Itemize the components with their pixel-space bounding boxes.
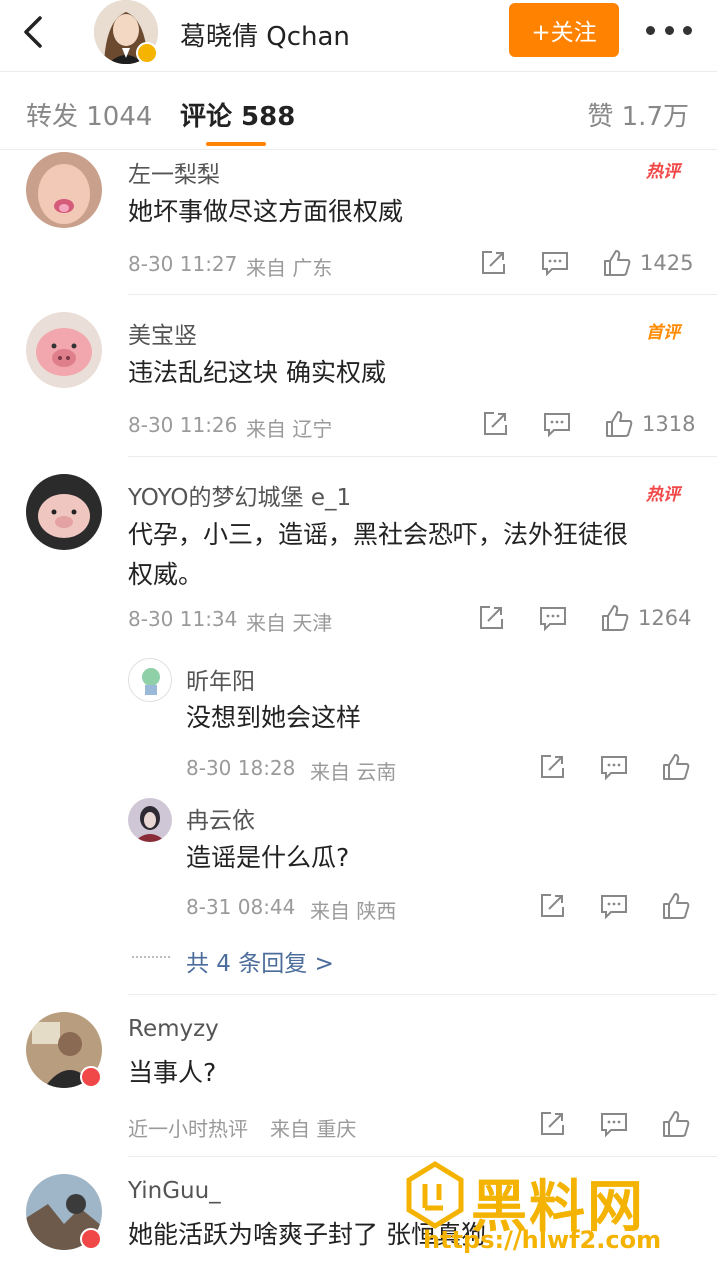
like-icon[interactable] xyxy=(661,1109,691,1139)
reply-text: 造谣是什么瓜? xyxy=(186,843,350,872)
comment-text: 违法乱纪这块 确实权威 xyxy=(128,358,386,387)
comment-text-line: 权威。 xyxy=(128,560,204,589)
more-options-button[interactable] xyxy=(646,18,692,42)
tab-bar: 转发 1044 评论 588 赞 1.7万 xyxy=(0,72,717,150)
hot-comment-badge: 热评 xyxy=(646,162,680,182)
reply-time: 8-30 18:28 xyxy=(186,756,296,780)
comment-text-line: 代孕，小三，造谣，黑社会恐吓，法外狂徒很 xyxy=(128,520,629,549)
share-icon[interactable] xyxy=(537,891,567,921)
reply-icon[interactable] xyxy=(599,752,629,782)
comment-time: 近一小时热评 xyxy=(128,1117,248,1141)
avatar[interactable] xyxy=(26,474,102,550)
reply-location: 来自 云南 xyxy=(310,760,397,784)
comment-author[interactable]: YinGuu_ xyxy=(128,1178,221,1204)
divider xyxy=(128,1156,717,1157)
reply-avatar[interactable] xyxy=(128,658,172,702)
comment-location: 来自 重庆 xyxy=(270,1117,357,1141)
more-replies-dots xyxy=(132,956,170,958)
profile-name[interactable]: 葛晓倩 Qchan xyxy=(180,16,350,53)
reply-time: 8-31 08:44 xyxy=(186,895,296,919)
like-count: 1264 xyxy=(638,606,692,630)
comment-text: 她坏事做尽这方面很权威 xyxy=(128,197,404,226)
like-icon[interactable] xyxy=(600,603,630,633)
verified-badge-icon xyxy=(136,42,158,64)
reply-location: 来自 陕西 xyxy=(310,899,397,923)
share-icon[interactable] xyxy=(537,752,567,782)
more-dot-icon xyxy=(683,25,692,35)
divider xyxy=(128,456,717,457)
hot-comment-badge: 热评 xyxy=(646,485,680,505)
comment-location: 来自 辽宁 xyxy=(246,417,333,441)
chevron-left-icon xyxy=(24,16,42,48)
reply-icon[interactable] xyxy=(540,248,570,278)
more-dot-icon xyxy=(646,25,655,35)
tab-likes[interactable]: 赞 1.7万 xyxy=(587,96,689,133)
share-icon[interactable] xyxy=(478,248,508,278)
comment-author[interactable]: 美宝竖 xyxy=(128,316,197,350)
reply-icon[interactable] xyxy=(599,1109,629,1139)
comment-text: 当事人? xyxy=(128,1058,217,1087)
comment-location: 来自 广东 xyxy=(246,256,333,280)
comment-time: 8-30 11:34 xyxy=(128,607,238,631)
share-icon[interactable] xyxy=(480,409,510,439)
divider xyxy=(128,294,717,295)
first-comment-badge: 首评 xyxy=(646,323,680,343)
comment-time: 8-30 11:26 xyxy=(128,413,238,437)
comment-location: 来自 天津 xyxy=(246,611,333,635)
reply-icon[interactable] xyxy=(542,409,572,439)
like-icon[interactable] xyxy=(602,248,632,278)
reply-text: 没想到她会这样 xyxy=(186,703,362,732)
like-count: 1318 xyxy=(642,412,696,436)
reply-icon[interactable] xyxy=(599,891,629,921)
top-bar: 葛晓倩 Qchan +关注 xyxy=(0,0,717,72)
back-button[interactable] xyxy=(18,10,48,54)
avatar[interactable] xyxy=(26,312,102,388)
comment-author[interactable]: YOYO的梦幻城堡 e_1 xyxy=(128,478,351,512)
divider xyxy=(128,994,717,995)
comment-author[interactable]: 左一梨梨 xyxy=(128,155,220,189)
comment-author[interactable]: Remyzy xyxy=(128,1016,219,1042)
like-count: 1425 xyxy=(640,251,694,275)
more-replies-link[interactable]: 共 4 条回复 > xyxy=(186,944,334,978)
tab-forward[interactable]: 转发 1044 xyxy=(26,96,152,133)
reply-icon[interactable] xyxy=(538,603,568,633)
share-icon[interactable] xyxy=(537,1109,567,1139)
like-icon[interactable] xyxy=(604,409,634,439)
watermark-url: https://hlwf2.com xyxy=(423,1226,662,1254)
reply-avatar[interactable] xyxy=(128,798,172,842)
user-badge-icon xyxy=(80,1066,102,1088)
watermark-logo-icon xyxy=(406,1161,464,1229)
reply-author[interactable]: 昕年阳 xyxy=(186,662,255,696)
more-dot-icon xyxy=(664,25,674,35)
active-tab-indicator xyxy=(206,142,266,146)
comment-time: 8-30 11:27 xyxy=(128,252,238,276)
like-icon[interactable] xyxy=(661,891,691,921)
like-icon[interactable] xyxy=(661,752,691,782)
avatar[interactable] xyxy=(26,152,102,228)
watermark: 黑料网 https://hlwf2.com xyxy=(405,1160,715,1275)
tab-comments[interactable]: 评论 588 xyxy=(180,96,295,133)
follow-button[interactable]: +关注 xyxy=(509,3,619,57)
user-badge-icon xyxy=(80,1228,102,1250)
share-icon[interactable] xyxy=(476,603,506,633)
reply-author[interactable]: 冉云依 xyxy=(186,801,255,835)
